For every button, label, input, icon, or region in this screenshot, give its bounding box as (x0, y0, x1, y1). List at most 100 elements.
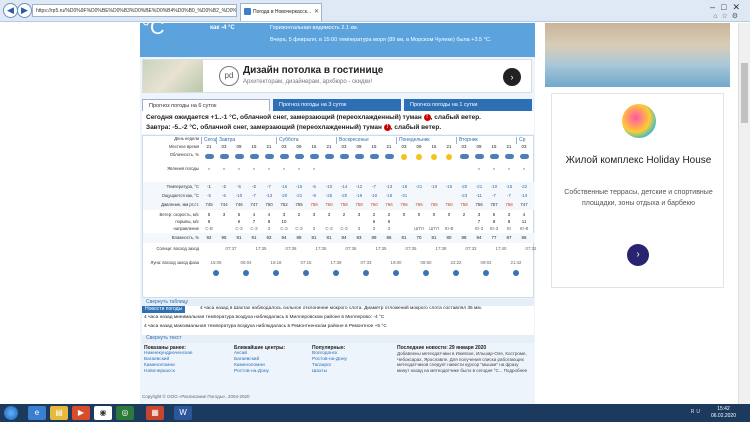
news-item[interactable]: 4 часа назад минимальная температура воз… (144, 315, 384, 320)
moon-time: 08:50 (420, 260, 432, 265)
clock-time: 15:42 (717, 406, 730, 412)
clock[interactable]: 15:42 06.02.2020 (711, 406, 736, 420)
row-label-hum: Влажность, % (171, 235, 199, 240)
snow-icon: * (268, 168, 270, 174)
ad-title[interactable]: Дизайн потолка в гостинице (243, 65, 383, 76)
temp-cell: -21 (475, 184, 483, 189)
press-cell: 760 (370, 202, 378, 207)
scroll-thumb[interactable] (741, 63, 748, 123)
temp-cell: -18 (400, 184, 408, 189)
back-button[interactable]: ◀ (3, 3, 18, 18)
word-taskbar-icon[interactable]: W (174, 406, 192, 420)
day-header[interactable]: Вторник (456, 137, 516, 144)
ie-taskbar-icon[interactable]: e (28, 406, 46, 420)
cloud-icon (471, 154, 487, 160)
press-cell: 758 (505, 202, 513, 207)
ad-card[interactable]: Жилой комплекс Holiday House Собственные… (551, 93, 724, 288)
ad-arrow-button[interactable]: › (503, 68, 521, 86)
hum-cell: 94 (281, 235, 287, 240)
news-item[interactable]: 4 часа назад максимальная температура во… (144, 324, 387, 329)
sun-time: 07:33 (465, 246, 477, 251)
news-header[interactable]: Новости погоды (142, 306, 186, 313)
explorer-taskbar-icon[interactable]: ▤ (50, 406, 68, 420)
times-cell: 03 (281, 144, 287, 149)
feels-like: как -4 °C (210, 25, 235, 31)
warning-icon[interactable]: ! (423, 113, 431, 121)
app-taskbar-icon[interactable]: ◎ (116, 406, 134, 420)
tab-3-days[interactable]: Прогноз погоды на 3 суток (273, 99, 401, 111)
sun-time: 17:35 (375, 246, 387, 251)
news-item[interactable]: 4 часа назад в Шахтах наблюдалось сильно… (200, 306, 482, 311)
wind-cell: 3 (222, 212, 226, 217)
hum-cell: 77 (491, 235, 497, 240)
feels-cell: -7 (507, 193, 511, 198)
times-cell: 09 (476, 144, 482, 149)
nearby-link[interactable]: Ростов-на-Дону (234, 369, 285, 375)
day-header[interactable]: Ср (516, 137, 531, 144)
side-ad[interactable]: Жилой комплекс Holiday House Собственные… (545, 23, 730, 404)
dir-cell: С-З (340, 226, 348, 231)
popular-list: Популярные: Волгодонск Ростов-на-Дону Та… (312, 345, 347, 375)
dir-cell: С-З (235, 226, 243, 231)
feels-cell: -11 (475, 193, 483, 198)
close-tab-icon[interactable]: ✕ (314, 4, 319, 20)
warning-icon[interactable]: ! (383, 123, 391, 131)
hum-cell: 87 (506, 235, 512, 240)
temp-cell: -1 (207, 184, 211, 189)
cloud-icon (231, 154, 247, 160)
times-cell: 09 (356, 144, 362, 149)
collapse-text-link[interactable]: Свернуть текст (142, 335, 534, 343)
dir-cell: З (312, 226, 316, 231)
browser-tab[interactable]: Погода в Новочеркасск... ✕ (240, 3, 322, 21)
gust-cell: 8 (267, 219, 271, 224)
day-header[interactable]: Завтра (216, 137, 276, 144)
day-header[interactable]: Воскресенье (336, 137, 396, 144)
row-label-feels: Ощущается как, °С (161, 193, 199, 198)
wind-cell: 2 (387, 212, 391, 217)
press-cell: 747 (250, 202, 258, 207)
dir-cell: З (357, 226, 361, 231)
moon-time: 15:06 (210, 260, 222, 265)
snow-icon: * (283, 168, 285, 174)
tab-1-day[interactable]: Прогноз погоды на 1 сутки (404, 99, 532, 111)
abbyy-taskbar-icon[interactable]: ▦ (146, 406, 164, 420)
lang-indicator[interactable]: RU (691, 409, 702, 415)
browser-window: ◀ ▶ https://rp5.ru/%D0%9F%D0%BE%D0%B3%D0… (0, 0, 750, 422)
dir-cell: С-З (325, 226, 333, 231)
day-header[interactable]: Понедельник (396, 137, 456, 144)
sun-time: 07:37 (225, 246, 237, 251)
feels-cell: -18 (385, 193, 393, 198)
times-cell: 09 (236, 144, 242, 149)
moon-phase-icon (418, 270, 434, 277)
recent-link[interactable]: Новочеркасск (144, 369, 193, 375)
feels-cell: -25 (325, 193, 333, 198)
dir-cell: З (372, 226, 376, 231)
forward-button[interactable]: ▶ (17, 3, 32, 18)
browser-toolbar: ◀ ▶ https://rp5.ru/%D0%9F%D0%BE%D0%B3%D0… (0, 0, 750, 22)
current-temp: °C (142, 23, 165, 39)
row-label-sun: Солнце: восход заход (156, 246, 200, 251)
day-header[interactable]: Сегодня (201, 137, 216, 144)
sun-time: 17:35 (315, 246, 327, 251)
press-cell: 750 (265, 202, 273, 207)
hum-cell: 91 (236, 235, 242, 240)
times-cell: 15 (371, 144, 377, 149)
side-ad-arrow-button[interactable]: › (627, 244, 649, 266)
toolbar-icons[interactable]: ⌂☆⚙ (713, 12, 742, 20)
wind-cell: 3 (507, 212, 511, 217)
address-bar[interactable]: https://rp5.ru/%D0%9F%D0%BE%D0%B3%D0%BE%… (32, 4, 237, 17)
tab-6-days[interactable]: Прогноз погоды на 6 суток (142, 99, 270, 111)
page-content: °C как -4 °C Горизонтальная видимость 2.… (0, 23, 738, 404)
temp-cell: -10 (490, 184, 498, 189)
feels-cell: -31 (400, 193, 408, 198)
scrollbar[interactable] (738, 23, 750, 404)
chrome-taskbar-icon[interactable]: ◉ (94, 406, 112, 420)
day-header[interactable]: Суббота (276, 137, 336, 144)
start-button[interactable] (4, 406, 18, 420)
side-ad-title[interactable]: Жилой комплекс Holiday House (552, 154, 725, 167)
snow-icon: * (238, 168, 240, 174)
popular-link[interactable]: Шахты (312, 369, 347, 375)
hum-cell: 81 (311, 235, 317, 240)
media-taskbar-icon[interactable]: ▶ (72, 406, 90, 420)
banner-ad[interactable]: pd Дизайн потолка в гостинице Архитектор… (142, 59, 532, 93)
